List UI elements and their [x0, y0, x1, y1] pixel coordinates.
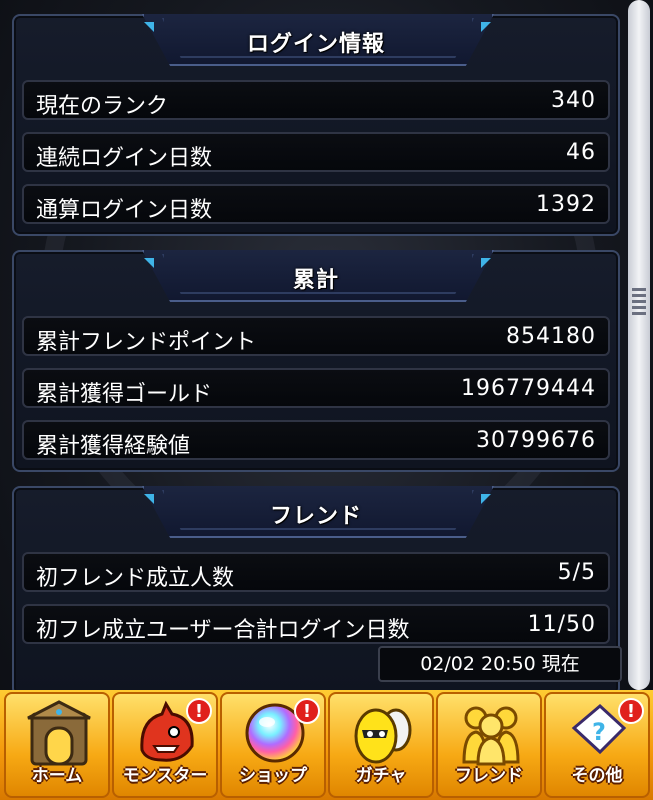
stat-row-friend-points: 累計フレンドポイント 854180 [22, 316, 610, 356]
as-of-timestamp: 02/02 20:50 現在 [378, 646, 622, 682]
svg-text:?: ? [592, 718, 606, 746]
stat-row-first-friend-login-days: 初フレ成立ユーザー合計ログイン日数 11/50 [22, 604, 610, 644]
cumulative-title: 累計 [292, 268, 339, 293]
cumulative-panel: 累計 累計フレンドポイント 854180 累計獲得ゴールド 196779444 … [12, 250, 620, 472]
notification-badge: ! [618, 698, 644, 724]
friends-icon [462, 706, 520, 766]
stat-row-experience: 累計獲得経験値 30799676 [22, 420, 610, 460]
tab-gacha[interactable]: ガチャ [328, 692, 434, 798]
tab-other[interactable]: ? ! その他 [544, 692, 650, 798]
stat-value: 196779444 [461, 376, 596, 401]
stat-label: 累計フレンドポイント [36, 330, 257, 355]
stat-value: 30799676 [476, 428, 596, 453]
stat-label: 累計獲得経験値 [36, 434, 191, 459]
stat-value: 854180 [506, 324, 596, 349]
stat-label: 初フレ成立ユーザー合計ログイン日数 [36, 618, 410, 643]
stat-label: 連続ログイン日数 [36, 146, 213, 171]
stat-row-gold: 累計獲得ゴールド 196779444 [22, 368, 610, 408]
stat-value: 11/50 [527, 612, 596, 637]
stat-row-first-friend-count: 初フレンド成立人数 5/5 [22, 552, 610, 592]
stat-label: 現在のランク [36, 94, 169, 119]
scrollbar[interactable] [628, 0, 650, 690]
stat-value: 46 [566, 140, 596, 165]
tab-shop[interactable]: ! ショップ [220, 692, 326, 798]
stat-label: 累計獲得ゴールド [36, 382, 213, 407]
stat-row-total-login: 通算ログイン日数 1392 [22, 184, 610, 224]
tab-label: ショップ [239, 766, 307, 786]
stat-label: 初フレンド成立人数 [36, 566, 235, 591]
tab-friend[interactable]: フレンド [436, 692, 542, 798]
stats-scroll-area[interactable]: ログイン情報 現在のランク 340 連続ログイン日数 46 通算ログイン日数 1… [0, 0, 653, 690]
stat-value: 340 [551, 88, 596, 113]
tab-label: ホーム [31, 766, 83, 786]
notification-badge: ! [294, 698, 320, 724]
stat-value: 5/5 [557, 560, 596, 585]
tab-home[interactable]: ホーム [4, 692, 110, 798]
tab-label: モンスター [122, 766, 208, 786]
stat-label: 通算ログイン日数 [36, 198, 213, 223]
tab-label: ガチャ [355, 766, 407, 786]
tab-monster[interactable]: ! モンスター [112, 692, 218, 798]
login-info-title: ログイン情報 [246, 32, 385, 57]
scroll-grip-icon[interactable] [632, 288, 646, 316]
friend-title: フレンド [269, 504, 362, 529]
bottom-tab-bar: ホーム ! モンスター ! ショップ ガチャ フレンド ? ! その他 [0, 690, 653, 800]
tab-label: その他 [571, 766, 623, 786]
notification-badge: ! [186, 698, 212, 724]
stat-row-current-rank: 現在のランク 340 [22, 80, 610, 120]
gacha-egg-icon [354, 708, 412, 764]
stat-value: 1392 [536, 192, 596, 217]
stat-row-consecutive-login: 連続ログイン日数 46 [22, 132, 610, 172]
login-info-panel: ログイン情報 現在のランク 340 連続ログイン日数 46 通算ログイン日数 1… [12, 14, 620, 236]
tab-label: フレンド [455, 766, 523, 786]
home-gate-icon [27, 700, 91, 766]
